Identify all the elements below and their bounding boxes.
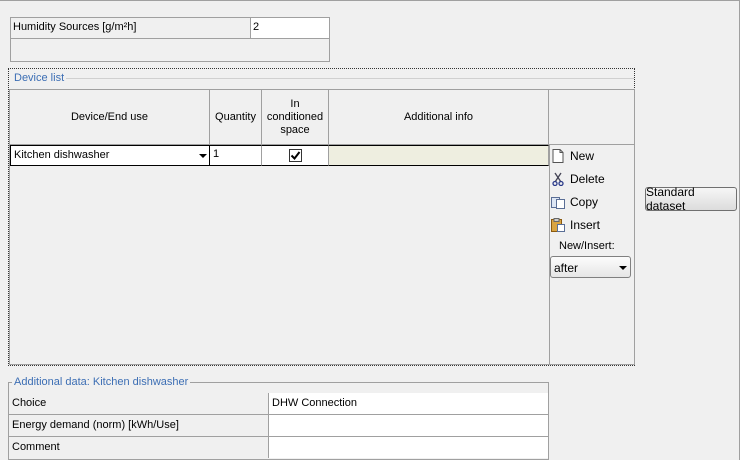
new-insert-label: New/Insert: bbox=[559, 240, 615, 252]
energy-demand-label: Energy demand (norm) [kWh/Use] bbox=[9, 415, 269, 436]
in-conditioned-space-checkbox[interactable] bbox=[288, 149, 302, 162]
new-button-label: New bbox=[570, 149, 595, 163]
insert-button[interactable]: Insert bbox=[551, 215, 600, 235]
checkmark-icon bbox=[290, 151, 300, 161]
insert-button-label: Insert bbox=[570, 218, 601, 232]
table-row-additional-info[interactable] bbox=[329, 145, 549, 166]
choice-label: Choice bbox=[9, 393, 269, 414]
device-list-groupbox-line bbox=[12, 78, 634, 79]
copy-button[interactable]: Copy bbox=[551, 192, 598, 212]
energy-demand-input[interactable] bbox=[269, 415, 548, 436]
device-list-title: Device list bbox=[12, 72, 67, 84]
paste-icon bbox=[551, 218, 565, 232]
window-top-border bbox=[0, 0, 740, 1]
table-row-in-conditioned-space[interactable] bbox=[262, 145, 329, 166]
device-list-grid: Device/End use Quantity In conditioned s… bbox=[9, 89, 635, 365]
column-header-in-conditioned-space[interactable]: In conditioned space bbox=[262, 90, 329, 145]
additional-data-row-comment: Comment bbox=[9, 437, 548, 459]
humidity-sources-input[interactable]: 2 bbox=[251, 18, 329, 39]
new-insert-select-value: after bbox=[554, 261, 579, 275]
column-header-toolbar bbox=[549, 90, 635, 145]
device-combo-value: Kitchen dishwasher bbox=[14, 149, 110, 161]
new-document-icon bbox=[551, 149, 565, 163]
comment-input[interactable] bbox=[269, 437, 548, 458]
new-button[interactable]: New bbox=[551, 146, 594, 166]
additional-data-title: Additional data: Kitchen dishwasher bbox=[12, 376, 191, 388]
chevron-down-icon bbox=[199, 154, 207, 158]
scissors-icon bbox=[551, 172, 565, 186]
table-row-quantity[interactable]: 1 bbox=[210, 145, 262, 166]
humidity-sources-panel: Humidity Sources [g/m²h] 2 bbox=[10, 17, 330, 62]
new-insert-select[interactable]: after bbox=[550, 256, 631, 278]
table-row-device-combo[interactable]: Kitchen dishwasher bbox=[10, 145, 210, 166]
column-header-quantity[interactable]: Quantity bbox=[210, 90, 262, 145]
chevron-down-icon bbox=[619, 266, 627, 270]
toolbar-divider bbox=[549, 145, 550, 365]
copy-icon bbox=[551, 195, 565, 209]
choice-value[interactable]: DHW Connection bbox=[269, 393, 548, 414]
delete-button-label: Delete bbox=[570, 172, 605, 186]
humidity-sources-label: Humidity Sources [g/m²h] bbox=[11, 18, 251, 39]
column-header-additional-info[interactable]: Additional info bbox=[329, 90, 549, 145]
additional-data-row-choice: Choice DHW Connection bbox=[9, 393, 548, 415]
comment-label: Comment bbox=[9, 437, 269, 458]
additional-data-panel: Choice DHW Connection Energy demand (nor… bbox=[8, 382, 549, 460]
additional-data-row-energy: Energy demand (norm) [kWh/Use] bbox=[9, 415, 548, 437]
standard-dataset-button[interactable]: Standard dataset bbox=[645, 185, 737, 213]
copy-button-label: Copy bbox=[570, 195, 599, 209]
delete-button[interactable]: Delete bbox=[551, 169, 605, 189]
column-header-device[interactable]: Device/End use bbox=[10, 90, 210, 145]
